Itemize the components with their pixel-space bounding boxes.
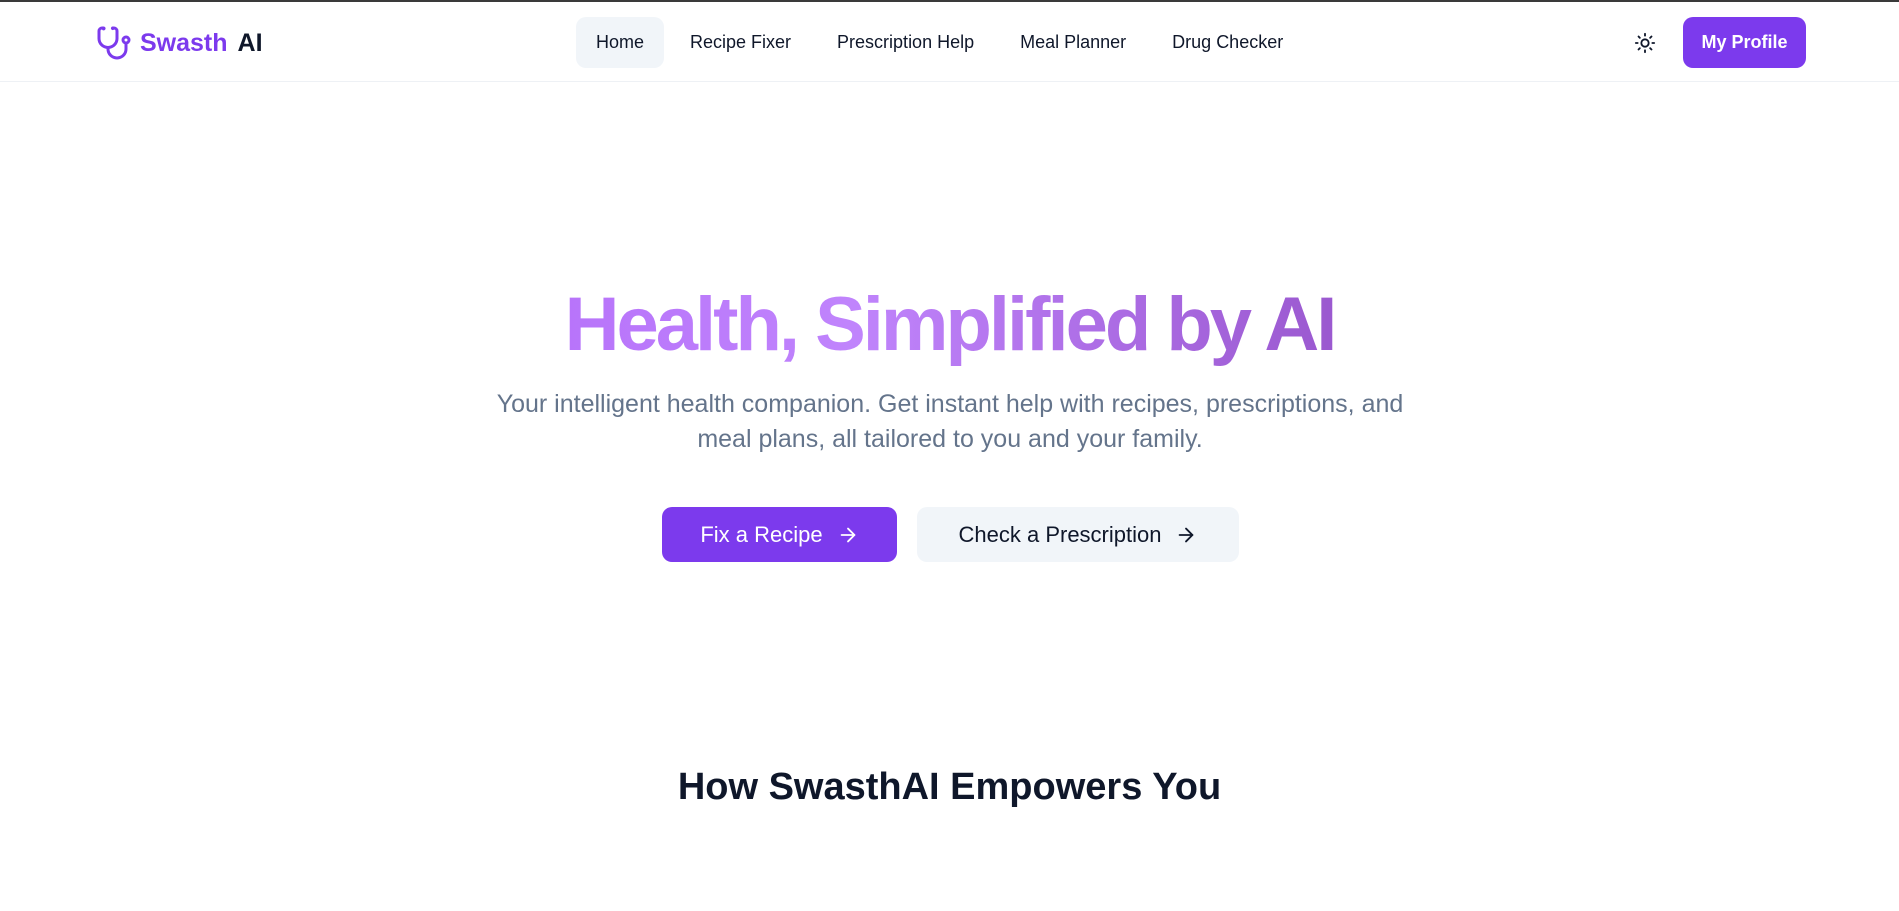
stethoscope-icon <box>96 25 132 61</box>
nav-item-drug-checker[interactable]: Drug Checker <box>1152 17 1303 68</box>
fix-recipe-button[interactable]: Fix a Recipe <box>662 507 897 562</box>
check-prescription-label: Check a Prescription <box>958 521 1162 547</box>
brand-name: Swasth AI <box>140 29 263 58</box>
my-profile-button[interactable]: My Profile <box>1683 17 1806 68</box>
hero-subtitle: Your intelligent health companion. Get i… <box>496 390 1404 453</box>
hero-title: Health, Simplified by AI <box>0 275 1899 375</box>
nav-item-recipe-fixer[interactable]: Recipe Fixer <box>670 17 811 68</box>
brand-logo[interactable]: Swasth AI <box>96 24 263 62</box>
nav-item-meal-planner[interactable]: Meal Planner <box>1000 17 1146 68</box>
brand-name-part2: AI <box>237 28 263 57</box>
theme-toggle-button[interactable] <box>1630 28 1660 58</box>
main-nav: Home Recipe Fixer Prescription Help Meal… <box>576 17 1303 68</box>
features-section-title: How SwasthAI Empowers You <box>677 766 1222 808</box>
fix-recipe-label: Fix a Recipe <box>700 521 823 547</box>
navbar: Swasth AI Home Recipe Fixer Prescription … <box>0 2 1899 82</box>
check-prescription-button[interactable]: Check a Prescription <box>917 507 1239 562</box>
arrow-right-icon <box>837 524 859 546</box>
sun-icon <box>1634 32 1656 54</box>
arrow-right-icon <box>1175 524 1197 546</box>
nav-item-home[interactable]: Home <box>576 17 665 68</box>
brand-name-part1: Swasth <box>140 28 228 57</box>
hero-cta-row: Fix a Recipe Check a Prescription <box>662 507 1239 562</box>
nav-item-prescription-help[interactable]: Prescription Help <box>817 17 994 68</box>
